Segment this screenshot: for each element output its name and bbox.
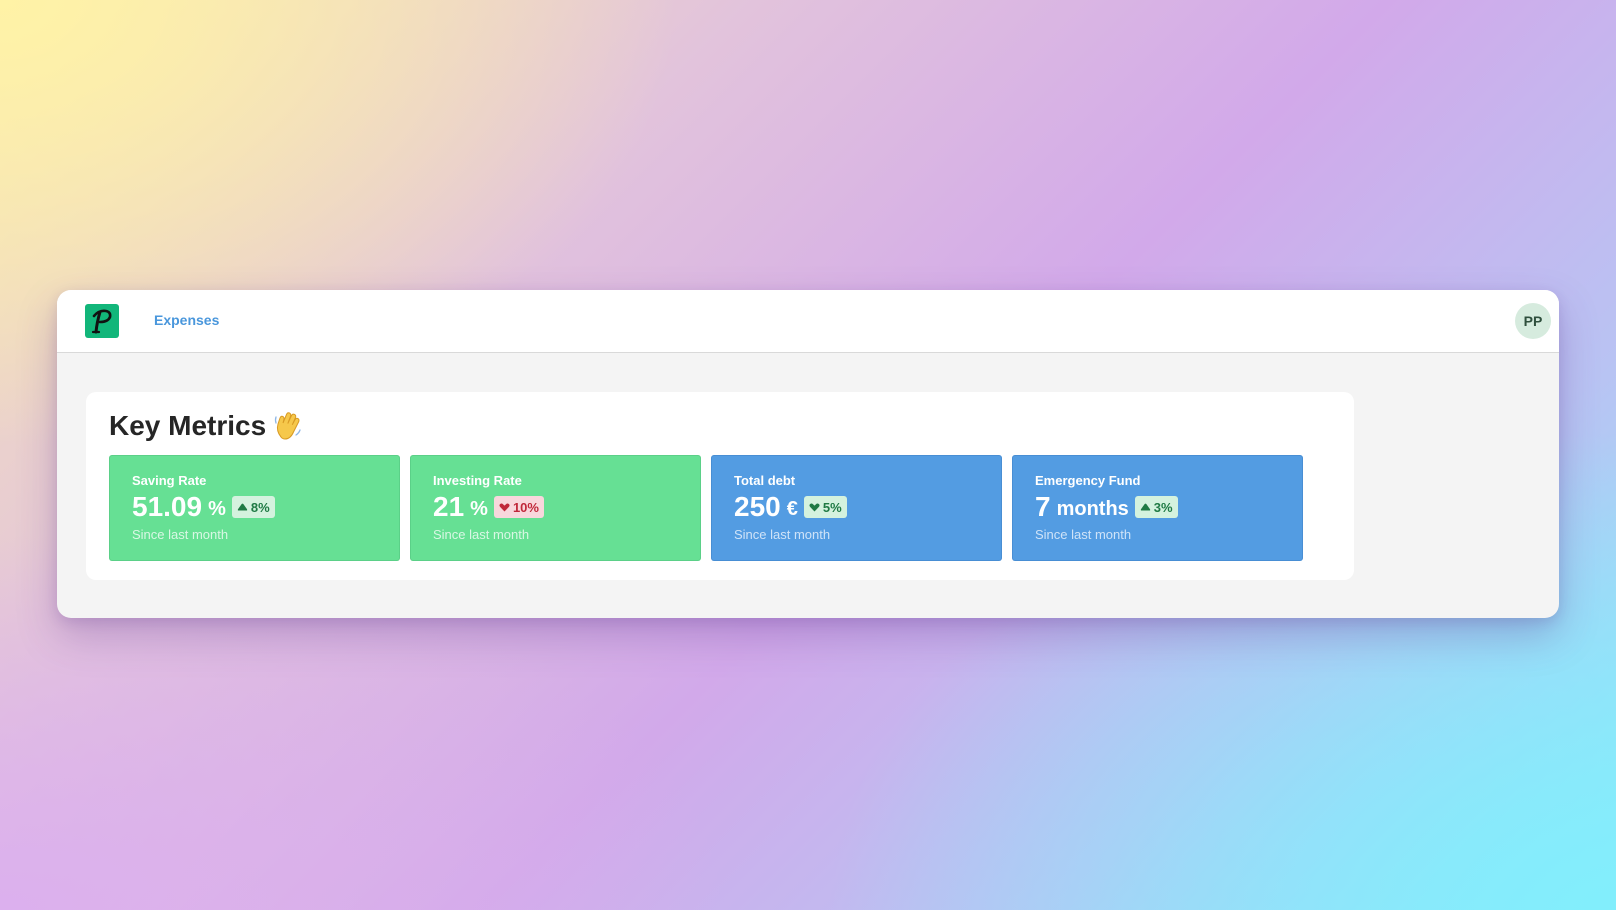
- metric-subtitle: Since last month: [433, 527, 530, 542]
- metric-value: 7: [1035, 491, 1051, 522]
- metric-value: 51.09: [132, 491, 203, 522]
- trend-badge: 10%: [493, 496, 544, 518]
- metric-card-saving-rate: Saving Rate 51.09 % 8% Since last month: [109, 455, 400, 561]
- metric-value-row: 21 % 10%: [433, 491, 678, 523]
- app-window: Expenses PP Key Metrics Saving Rate 51.0…: [57, 290, 1559, 618]
- metric-unit: %: [470, 497, 488, 520]
- p-logo-icon[interactable]: [85, 304, 119, 338]
- metric-label: Investing Rate: [433, 473, 522, 488]
- user-avatar[interactable]: PP: [1515, 303, 1551, 339]
- trend-change: 5%: [822, 499, 842, 515]
- metric-unit: €: [786, 497, 798, 520]
- key-metrics-heading: Key Metrics: [109, 410, 302, 442]
- trend-badge: 5%: [803, 496, 847, 518]
- waving-hand-icon: [274, 411, 302, 441]
- metric-value: 21: [433, 491, 465, 522]
- arrow-down-icon: [499, 503, 510, 511]
- trend-change: 10%: [512, 499, 539, 515]
- arrow-down-icon: [809, 503, 820, 511]
- metric-value-row: 7 months 3%: [1035, 491, 1280, 523]
- metric-value-row: 51.09 % 8%: [132, 491, 377, 523]
- arrow-up-icon: [237, 503, 248, 511]
- metric-unit: months: [1056, 497, 1129, 520]
- metric-card-investing-rate: Investing Rate 21 % 10% Since last month: [410, 455, 701, 561]
- metric-label: Emergency Fund: [1035, 473, 1141, 488]
- metric-value: 250: [734, 491, 781, 522]
- metric-subtitle: Since last month: [1035, 527, 1132, 542]
- key-metrics-panel: Key Metrics Saving Rate 51.09 % 8% Since…: [86, 392, 1354, 580]
- metric-subtitle: Since last month: [734, 527, 831, 542]
- metric-subtitle: Since last month: [132, 527, 229, 542]
- metric-label: Total debt: [734, 473, 796, 488]
- top-navigation-bar: Expenses PP: [57, 290, 1559, 353]
- metric-value-row: 250 € 5%: [734, 491, 979, 523]
- metric-card-emergency-fund: Emergency Fund 7 months 3% Since last mo…: [1012, 455, 1303, 561]
- trend-change: 8%: [250, 499, 270, 515]
- metric-unit: %: [208, 497, 226, 520]
- arrow-up-icon: [1140, 503, 1150, 511]
- p-logo-glyph: [91, 309, 112, 334]
- metric-card-total-debt: Total debt 250 € 5% Since last month: [711, 455, 1002, 561]
- metric-label: Saving Rate: [132, 473, 207, 488]
- page-title: Key Metrics: [109, 410, 267, 441]
- trend-badge: 8%: [231, 496, 275, 518]
- nav-link-expenses[interactable]: Expenses: [154, 312, 219, 328]
- trend-badge: 3%: [1134, 496, 1178, 518]
- trend-change: 3%: [1153, 499, 1173, 515]
